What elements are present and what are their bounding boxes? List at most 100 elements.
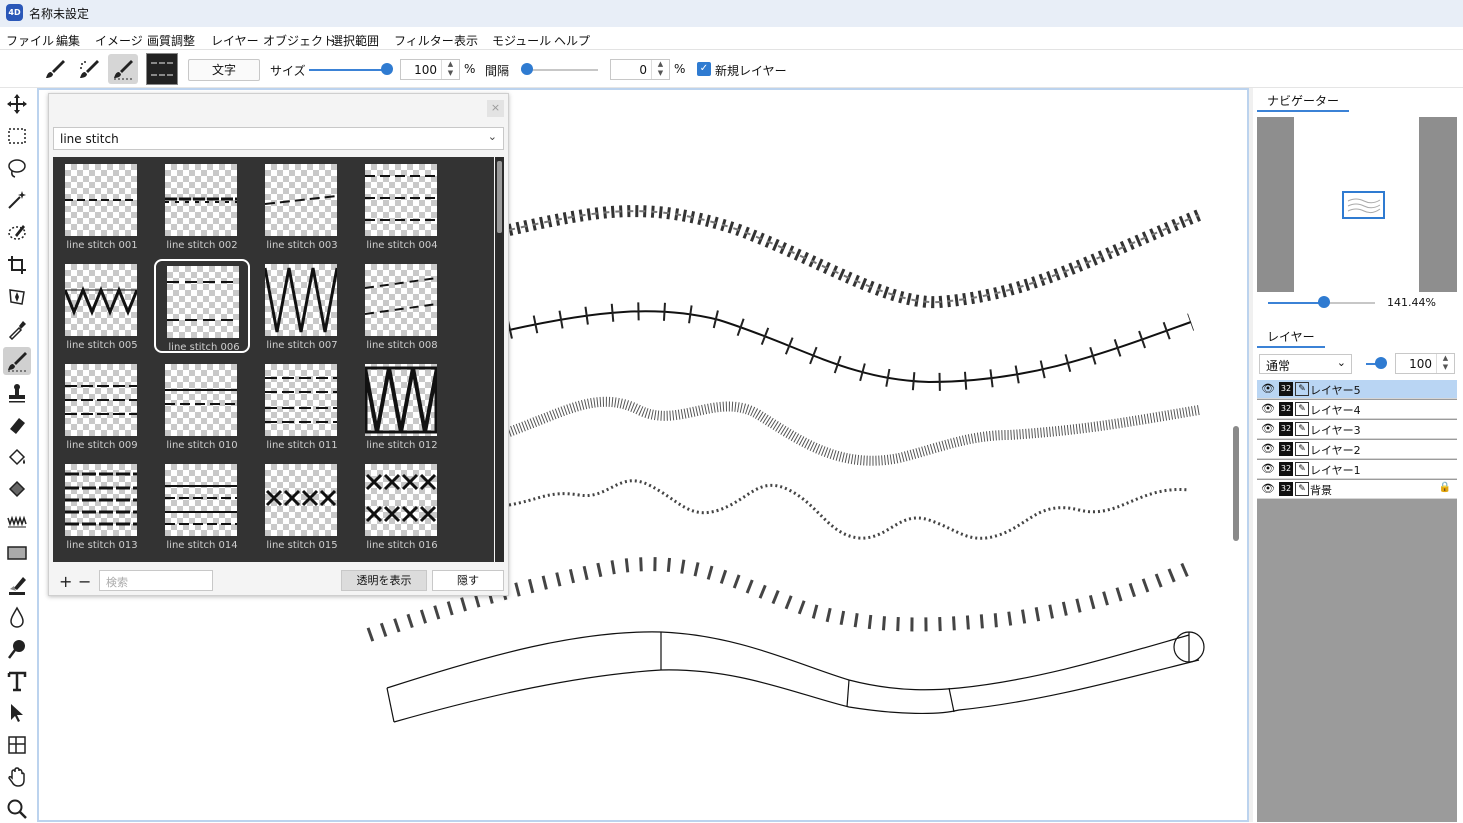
show-transparent-button[interactable]: 透明を表示: [341, 570, 427, 591]
brush-item[interactable]: line stitch 003: [254, 159, 350, 253]
stamp-icon[interactable]: [3, 379, 31, 407]
new-layer-checkbox[interactable]: ✓: [697, 62, 711, 76]
text-button[interactable]: 文字: [188, 59, 260, 81]
size-slider-track[interactable]: [309, 69, 387, 71]
brush-item[interactable]: line stitch 002: [154, 159, 250, 253]
menu-module[interactable]: モジュール: [492, 32, 551, 49]
navigator-preview[interactable]: [1257, 117, 1457, 292]
brush-category-dropdown[interactable]: line stitch ⌄: [53, 127, 504, 150]
eye-icon[interactable]: 👁: [1261, 402, 1275, 415]
brush-item[interactable]: line stitch 012: [354, 359, 450, 453]
brush-item[interactable]: line stitch 014: [154, 459, 250, 553]
lock-icon[interactable]: 🔒: [1439, 482, 1451, 493]
eye-icon[interactable]: 👁: [1261, 422, 1275, 435]
hide-button[interactable]: 隠す: [432, 570, 504, 591]
zoom-slider-track[interactable]: [1268, 302, 1324, 304]
opacity-slider-thumb[interactable]: [1375, 357, 1387, 369]
gradient-fill-icon[interactable]: [3, 475, 31, 503]
zoom-slider-rest[interactable]: [1323, 302, 1375, 304]
layer-row[interactable]: 👁 32 ✎ レイヤー1: [1257, 460, 1457, 479]
brush-item[interactable]: line stitch 005: [54, 259, 150, 353]
wave-icon[interactable]: [3, 507, 31, 535]
spacing-stepper[interactable]: 0 ▲ ▼: [610, 59, 670, 80]
hand-icon[interactable]: [3, 763, 31, 791]
menu-view[interactable]: 表示: [454, 32, 478, 49]
eye-icon[interactable]: 👁: [1261, 462, 1275, 475]
eye-icon[interactable]: 👁: [1261, 442, 1275, 455]
canvas-scrollbar[interactable]: [1233, 426, 1239, 541]
layer-row[interactable]: 👁 32 ✎ 背景 🔒: [1257, 480, 1457, 499]
brush-item[interactable]: line stitch 013: [54, 459, 150, 553]
text-icon[interactable]: [3, 667, 31, 695]
eye-icon[interactable]: 👁: [1261, 482, 1275, 495]
menu-selection[interactable]: 選択範囲: [331, 32, 379, 49]
magic-wand-icon[interactable]: [3, 186, 31, 214]
brush-item[interactable]: line stitch 015: [254, 459, 350, 553]
rect-select-icon[interactable]: [3, 122, 31, 150]
eyedropper-icon[interactable]: [3, 315, 31, 343]
layer-list: 👁 32 ✎ レイヤー5 👁 32 ✎ レイヤー4 👁 32 ✎ レイヤー3 👁 32 ✎ レイヤー2 👁 32 ✎…: [1257, 380, 1457, 822]
menu-file[interactable]: ファイル: [6, 32, 54, 49]
menu-edit[interactable]: 編集: [56, 32, 80, 49]
menu-adjust[interactable]: 画質調整: [147, 32, 195, 49]
brush-item[interactable]: line stitch 011: [254, 359, 350, 453]
zoom-icon[interactable]: [3, 795, 31, 823]
fill-icon[interactable]: [3, 443, 31, 471]
paint-icon[interactable]: [3, 571, 31, 599]
tab-layers[interactable]: レイヤー: [1257, 324, 1325, 348]
zoom-slider-thumb[interactable]: [1317, 296, 1330, 308]
menu-object[interactable]: オブジェクト: [263, 32, 335, 49]
brush-item[interactable]: line stitch 009: [54, 359, 150, 453]
drop-icon[interactable]: [3, 603, 31, 631]
eye-icon[interactable]: 👁: [1261, 382, 1275, 395]
spacing-slider-thumb[interactable]: [521, 63, 533, 75]
move-icon[interactable]: [3, 90, 31, 118]
opacity-stepper[interactable]: 100 ▲ ▼: [1395, 353, 1455, 374]
menu-filter[interactable]: フィルター: [394, 32, 454, 49]
brush-item[interactable]: line stitch 004: [354, 159, 450, 253]
brush-item[interactable]: line stitch 007: [254, 259, 350, 353]
layer-row[interactable]: 👁 32 ✎ レイヤー4: [1257, 400, 1457, 419]
scrollbar-thumb[interactable]: [497, 161, 502, 233]
close-icon[interactable]: ×: [487, 100, 504, 117]
stepper-arrows-icon[interactable]: ▲ ▼: [441, 60, 459, 79]
layer-row[interactable]: 👁 32 ✎ レイヤー3: [1257, 420, 1457, 439]
brush-icon[interactable]: [3, 347, 31, 375]
pen-select-icon[interactable]: [3, 218, 31, 246]
brush-item[interactable]: line stitch 016: [354, 459, 450, 553]
navigator-viewport[interactable]: [1342, 191, 1385, 219]
brush-item[interactable]: line stitch 006: [154, 259, 250, 353]
smudge-icon[interactable]: [3, 635, 31, 663]
brush-label: line stitch 002: [166, 240, 238, 251]
layer-row[interactable]: 👁 32 ✎ レイヤー5: [1257, 380, 1457, 399]
brush-item[interactable]: line stitch 008: [354, 259, 450, 353]
transform-icon[interactable]: [3, 283, 31, 311]
stepper-arrows-icon[interactable]: ▲ ▼: [651, 60, 669, 79]
brush-mode-icon[interactable]: [40, 54, 70, 84]
lasso-icon[interactable]: [3, 154, 31, 182]
brush-pattern-icon[interactable]: [108, 54, 138, 84]
brush-item[interactable]: line stitch 001: [54, 159, 150, 253]
brush-item[interactable]: line stitch 010: [154, 359, 250, 453]
rectangle-icon[interactable]: [3, 539, 31, 567]
chevron-down-icon: ⌄: [1336, 356, 1346, 369]
brush-preview-swatch[interactable]: [146, 53, 178, 85]
menu-image[interactable]: イメージ: [95, 32, 143, 49]
layer-row[interactable]: 👁 32 ✎ レイヤー2: [1257, 440, 1457, 459]
brush-search-input[interactable]: 検索: [99, 570, 213, 591]
crop-icon[interactable]: [3, 251, 31, 279]
size-slider-thumb[interactable]: [381, 63, 393, 75]
eraser-icon[interactable]: [3, 411, 31, 439]
size-stepper[interactable]: 100 ▲ ▼: [400, 59, 460, 80]
brush-grid-scrollbar[interactable]: [495, 157, 504, 562]
menu-layer[interactable]: レイヤー: [211, 32, 259, 49]
arrow-icon[interactable]: [3, 699, 31, 727]
remove-brush-button[interactable]: −: [78, 572, 91, 591]
menu-help[interactable]: ヘルプ: [554, 32, 590, 49]
mesh-icon[interactable]: [3, 731, 31, 759]
add-brush-button[interactable]: +: [59, 572, 72, 591]
tab-navigator[interactable]: ナビゲーター: [1257, 88, 1350, 112]
blend-mode-select[interactable]: 通常 ⌄: [1259, 354, 1352, 374]
brush-scatter-icon[interactable]: [74, 54, 104, 84]
stepper-arrows-icon[interactable]: ▲ ▼: [1436, 354, 1454, 373]
